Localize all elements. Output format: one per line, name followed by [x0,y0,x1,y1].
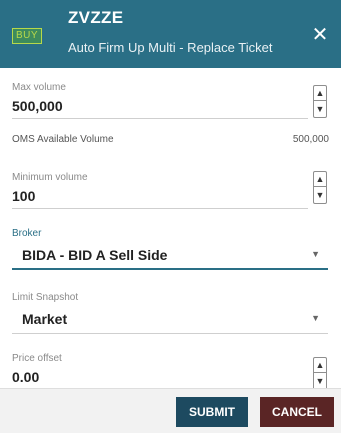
min-volume-underline [12,208,308,209]
max-volume-label: Max volume [12,82,66,93]
side-badge: BUY [12,28,42,44]
min-volume-stepper[interactable]: ▲ ▼ [313,171,327,204]
limit-snapshot-value: Market [22,311,68,327]
max-volume-input[interactable]: 500,000 [12,98,63,114]
price-offset-input[interactable]: 0.00 [12,369,39,385]
max-volume-underline [12,118,308,119]
broker-value: BIDA - BID A Sell Side [22,247,168,263]
ticket-footer: SUBMIT CANCEL [0,388,341,433]
min-volume-input[interactable]: 100 [12,188,35,204]
caret-down-icon: ▼ [311,249,320,259]
min-volume-label: Minimum volume [12,172,88,183]
ticket-header: BUY ZVZZE Auto Firm Up Multi - Replace T… [0,0,341,68]
broker-underline [12,268,328,270]
limit-snapshot-label: Limit Snapshot [12,292,79,303]
broker-select[interactable]: BIDA - BID A Sell Side ▼ [12,240,328,270]
submit-button[interactable]: SUBMIT [176,397,248,427]
price-offset-stepper[interactable]: ▲ ▼ [313,357,327,388]
chevron-down-icon[interactable]: ▼ [314,102,326,117]
cancel-button[interactable]: CANCEL [260,397,334,427]
broker-label: Broker [12,228,42,239]
price-offset-label: Price offset [12,353,62,364]
caret-down-icon: ▼ [311,313,320,323]
chevron-up-icon[interactable]: ▲ [314,172,326,187]
close-icon[interactable]: ✕ [311,25,329,45]
oms-available-value: 500,000 [292,134,329,145]
limit-snapshot-select[interactable]: Market ▼ [12,304,328,334]
chevron-up-icon[interactable]: ▲ [314,86,326,101]
chevron-down-icon[interactable]: ▼ [314,374,326,388]
symbol-title: ZVZZE [68,8,124,27]
oms-available-label: OMS Available Volume [12,134,114,145]
chevron-up-icon[interactable]: ▲ [314,358,326,373]
limit-snapshot-underline [12,333,328,334]
max-volume-stepper[interactable]: ▲ ▼ [313,85,327,118]
ticket-subtitle: Auto Firm Up Multi - Replace Ticket [68,40,273,55]
ticket-form: Max volume 500,000 ▲ ▼ OMS Available Vol… [0,68,341,388]
chevron-down-icon[interactable]: ▼ [314,188,326,203]
